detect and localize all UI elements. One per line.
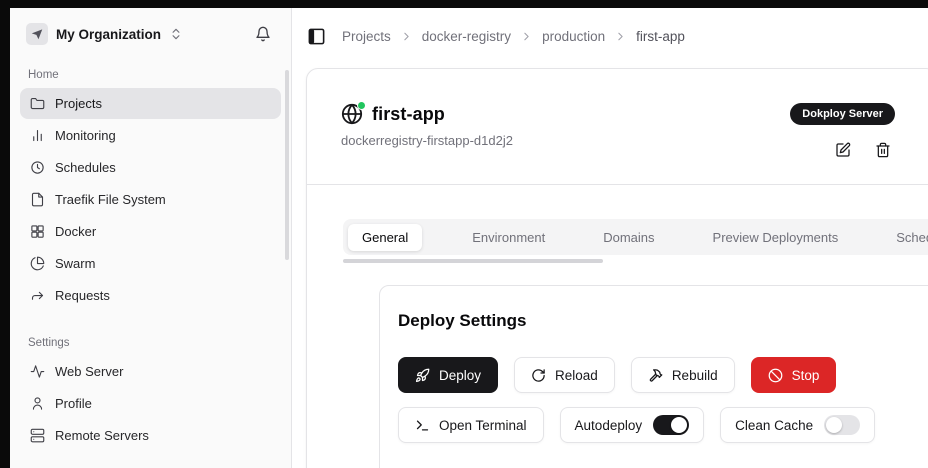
app-card-header: first-app dockerregistry-firstapp-d1d2j2… — [307, 69, 928, 184]
breadcrumb-item-production[interactable]: production — [542, 29, 605, 44]
chevrons-up-down-icon[interactable] — [169, 27, 183, 41]
autodeploy-toggle-group: Autodeploy — [559, 407, 705, 443]
deploy-settings-card: Deploy Settings Deploy Reload Rebuild St… — [379, 285, 928, 468]
tab-environment[interactable]: Environment — [464, 224, 553, 251]
ban-icon — [768, 368, 783, 383]
deploy-options-row: Open Terminal Autodeploy Clean Cache — [398, 407, 928, 443]
sidebar-item-label: Remote Servers — [55, 428, 149, 443]
sidebar-item-swarm[interactable]: Swarm — [20, 248, 281, 279]
sidebar-item-label: Web Server — [55, 364, 124, 379]
folder-icon — [30, 96, 45, 111]
sidebar-item-label: Docker — [55, 224, 97, 239]
chevron-right-icon — [520, 30, 533, 43]
sidebar-item-traefik-file-system[interactable]: Traefik File System — [20, 184, 281, 215]
stop-button-label: Stop — [791, 367, 820, 383]
sidebar-item-web-server[interactable]: Web Server — [20, 356, 281, 387]
clock-icon — [30, 160, 45, 175]
sidebar-item-label: Requests — [55, 288, 110, 303]
sidebar-item-label: Projects — [55, 96, 102, 111]
stop-button[interactable]: Stop — [750, 357, 837, 393]
open-terminal-button[interactable]: Open Terminal — [398, 407, 544, 443]
app-card-header-right: Dokploy Server — [790, 103, 895, 158]
status-online-dot — [357, 101, 366, 110]
terminal-icon — [415, 418, 430, 433]
rebuild-button-label: Rebuild — [671, 367, 718, 383]
refresh-icon — [531, 368, 546, 383]
tab-domains[interactable]: Domains — [595, 224, 662, 251]
sidebar-item-label: Traefik File System — [55, 192, 166, 207]
chevron-right-icon — [614, 30, 627, 43]
open-terminal-button-label: Open Terminal — [439, 417, 527, 433]
app-title: first-app — [372, 103, 445, 124]
bar-chart-icon — [30, 128, 45, 143]
activity-icon — [30, 364, 45, 379]
org-logo-icon — [26, 23, 48, 45]
globe-icon — [341, 101, 366, 125]
sidebar-item-label: Profile — [55, 396, 92, 411]
clean-cache-switch[interactable] — [824, 415, 861, 435]
sidebar-item-label: Swarm — [55, 256, 96, 271]
sidebar-item-profile[interactable]: Profile — [20, 388, 281, 419]
deploy-actions-row: Deploy Reload Rebuild Stop — [398, 357, 928, 393]
sidebar-section-home: Home — [28, 69, 59, 81]
sidebar-item-label: Schedules — [55, 160, 116, 175]
sidebar-item-docker[interactable]: Docker — [20, 216, 281, 247]
window-top-strip — [0, 0, 928, 8]
file-icon — [30, 192, 45, 207]
edit-icon[interactable] — [835, 142, 851, 158]
sidebar-scrollbar[interactable] — [285, 70, 289, 260]
tab-preview-deployments[interactable]: Preview Deployments — [705, 224, 847, 251]
sidebar-toggle-icon[interactable] — [307, 27, 326, 46]
server-icon — [30, 428, 45, 443]
app-subtitle: dockerregistry-firstapp-d1d2j2 — [341, 133, 513, 148]
app-actions — [835, 142, 895, 158]
sidebar-nav-home: Projects Monitoring Schedules Traefik Fi… — [20, 88, 281, 311]
tabs-horizontal-scrollbar[interactable] — [343, 259, 603, 263]
hammer-icon — [648, 368, 663, 383]
sidebar-item-projects[interactable]: Projects — [20, 88, 281, 119]
breadcrumb-item-docker-registry[interactable]: docker-registry — [422, 29, 511, 44]
autodeploy-label: Autodeploy — [574, 417, 643, 433]
sidebar-item-requests[interactable]: Requests — [20, 280, 281, 311]
tab-general[interactable]: General — [348, 223, 423, 251]
sidebar-item-schedules[interactable]: Schedules — [20, 152, 281, 183]
tabs-area: General Environment Domains Preview Depl… — [307, 185, 928, 468]
tab-list: General Environment Domains Preview Depl… — [343, 219, 928, 255]
deploy-button[interactable]: Deploy — [398, 357, 499, 393]
clean-cache-label: Clean Cache — [735, 417, 814, 433]
chevron-right-icon — [400, 30, 413, 43]
main-content: Projects docker-registry production firs… — [292, 8, 928, 468]
window-left-strip — [0, 0, 10, 468]
org-switcher[interactable]: My Organization — [10, 8, 291, 55]
forward-arrow-icon — [30, 288, 45, 303]
breadcrumb-item-first-app: first-app — [636, 28, 685, 44]
boxes-icon — [30, 224, 45, 239]
rebuild-button[interactable]: Rebuild — [630, 357, 735, 393]
reload-button-label: Reload — [555, 367, 598, 383]
trash-icon[interactable] — [875, 142, 891, 158]
sidebar-nav-settings: Web Server Profile Remote Servers — [20, 356, 281, 451]
sidebar: My Organization Home Projects Monitoring… — [10, 8, 292, 468]
deploy-settings-title: Deploy Settings — [398, 311, 527, 330]
sidebar-item-remote-servers[interactable]: Remote Servers — [20, 420, 281, 451]
tab-schedules[interactable]: Schedules — [888, 224, 928, 251]
org-name: My Organization — [56, 26, 162, 42]
breadcrumb-row: Projects docker-registry production firs… — [292, 8, 928, 64]
bell-icon[interactable] — [255, 26, 271, 42]
breadcrumb-item-projects[interactable]: Projects — [342, 29, 391, 44]
pie-chart-icon — [30, 256, 45, 271]
server-badge: Dokploy Server — [790, 103, 895, 125]
sidebar-section-settings: Settings — [28, 337, 70, 349]
sidebar-item-monitoring[interactable]: Monitoring — [20, 120, 281, 151]
app-identity: first-app dockerregistry-firstapp-d1d2j2 — [341, 101, 513, 148]
autodeploy-switch[interactable] — [653, 415, 690, 435]
sidebar-item-label: Monitoring — [55, 128, 116, 143]
app-card: first-app dockerregistry-firstapp-d1d2j2… — [306, 68, 928, 468]
reload-button[interactable]: Reload — [514, 357, 615, 393]
clean-cache-toggle-group: Clean Cache — [720, 407, 876, 443]
user-icon — [30, 396, 45, 411]
breadcrumb: Projects docker-registry production firs… — [342, 29, 685, 44]
rocket-icon — [415, 368, 430, 383]
deploy-button-label: Deploy — [439, 367, 482, 383]
